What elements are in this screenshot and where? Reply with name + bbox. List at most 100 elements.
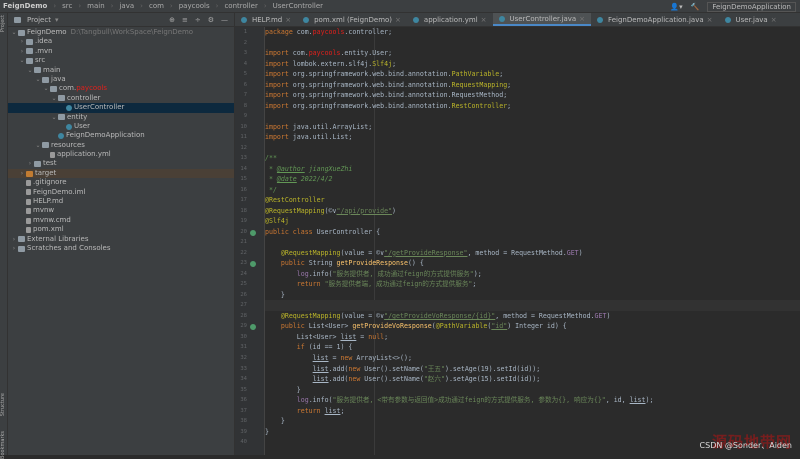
- tree-item[interactable]: application.yml: [8, 150, 234, 159]
- breadcrumb-separator: ›: [215, 2, 219, 10]
- close-tab-icon[interactable]: ×: [395, 16, 401, 24]
- tree-item[interactable]: UserController: [8, 103, 234, 113]
- tree-item[interactable]: ⌄ java: [8, 75, 234, 84]
- editor-tab[interactable]: UserController.java ×: [492, 13, 592, 26]
- project-tool-button[interactable]: Project: [0, 15, 6, 32]
- tree-item[interactable]: User: [8, 122, 234, 131]
- line-number: 5: [243, 71, 247, 78]
- code-token: .info(: [308, 269, 333, 278]
- editor-tab[interactable]: application.yml ×: [407, 13, 493, 26]
- tree-item[interactable]: FeignDemoApplication: [8, 131, 234, 140]
- editor-tab[interactable]: FeignDemoApplication.java ×: [591, 13, 718, 26]
- gear-icon[interactable]: ⚙: [208, 16, 214, 24]
- close-tab-icon[interactable]: ×: [707, 16, 713, 24]
- breadcrumb-item[interactable]: src: [62, 2, 72, 10]
- hide-icon[interactable]: —: [221, 16, 228, 24]
- folder-icon: [18, 236, 25, 243]
- editor-tab[interactable]: pom.xml (FeignDemo) ×: [297, 13, 407, 26]
- tree-item[interactable]: ⌄ main: [8, 66, 234, 75]
- chevron-down-icon[interactable]: ⌄: [34, 75, 42, 84]
- chevron-right-icon[interactable]: ›: [10, 244, 18, 253]
- build-hammer-icon[interactable]: 🔨: [691, 3, 700, 11]
- code-token: =: [356, 332, 369, 341]
- code-token: GET: [566, 248, 579, 257]
- breadcrumb-item[interactable]: com: [149, 2, 164, 10]
- tree-item[interactable]: ⌄ com. paycools: [8, 84, 234, 93]
- file-icon: [26, 217, 31, 224]
- tree-item[interactable]: ⌄ resources: [8, 141, 234, 150]
- code-token: return: [296, 406, 325, 415]
- code-token: (id == 1) {: [308, 343, 353, 352]
- file-type-icon: [241, 16, 247, 23]
- chevron-right-icon[interactable]: ›: [10, 235, 18, 244]
- chevron-down-icon[interactable]: ⌄: [50, 113, 58, 122]
- code-token: List<User>: [265, 332, 341, 341]
- chevron-right-icon[interactable]: ›: [26, 159, 34, 168]
- code-line: 25 return "服务提供者端, 成功通过feign的方式提供服务";: [240, 279, 800, 290]
- line-number: 30: [240, 333, 247, 340]
- tree-item[interactable]: › Scratches and Consoles: [8, 244, 234, 253]
- breadcrumb-item[interactable]: UserController: [273, 2, 323, 10]
- tree-item[interactable]: pom.xml: [8, 225, 234, 234]
- code-editor[interactable]: 1 package com.paycools.controller; 2 3 impor…: [240, 27, 800, 455]
- project-view-select[interactable]: Project: [27, 16, 51, 24]
- collapse-all-icon[interactable]: ÷: [195, 16, 201, 24]
- code-token: , method = RequestMethod.: [495, 311, 595, 320]
- code-token: );: [645, 396, 654, 405]
- close-tab-icon[interactable]: ×: [579, 15, 585, 23]
- tree-item[interactable]: ⌄ src: [8, 56, 234, 65]
- editor-tab[interactable]: HELP.md ×: [235, 13, 297, 26]
- tree-item-label: mvnw: [33, 206, 55, 215]
- expand-all-icon[interactable]: ≡: [182, 16, 188, 24]
- close-tab-icon[interactable]: ×: [481, 16, 487, 24]
- editor-tab[interactable]: User.java ×: [719, 13, 783, 26]
- class-icon: [58, 132, 64, 139]
- breadcrumb-item[interactable]: controller: [224, 2, 257, 10]
- code-token: , method = RequestMethod.: [467, 248, 567, 257]
- chevron-down-icon[interactable]: ⌄: [50, 94, 58, 103]
- breadcrumb-item[interactable]: paycools: [179, 2, 210, 10]
- code-token: GET: [594, 311, 607, 320]
- tree-item[interactable]: mvnw: [8, 206, 234, 215]
- tree-item[interactable]: mvnw.cmd: [8, 216, 234, 225]
- tree-item[interactable]: HELP.md: [8, 197, 234, 206]
- chevron-down-icon[interactable]: ⌄: [34, 141, 42, 150]
- breadcrumb-separator: ›: [78, 2, 82, 10]
- breadcrumb-item[interactable]: FeignDemo: [3, 2, 47, 10]
- line-number: 1: [243, 29, 247, 35]
- chevron-right-icon[interactable]: ›: [18, 47, 26, 56]
- chevron-down-icon[interactable]: ⌄: [42, 84, 50, 93]
- structure-tool-button[interactable]: Structure: [0, 393, 6, 416]
- breadcrumb-item[interactable]: main: [87, 2, 105, 10]
- tree-item[interactable]: › .mvn: [8, 47, 234, 56]
- chevron-down-icon[interactable]: ⌄: [10, 28, 18, 37]
- chevron-down-icon[interactable]: ⌄: [26, 66, 34, 75]
- tree-item[interactable]: › External Libraries: [8, 235, 234, 244]
- chevron-right-icon[interactable]: ›: [18, 169, 26, 178]
- close-tab-icon[interactable]: ×: [771, 16, 777, 24]
- line-number: 14: [240, 165, 247, 172]
- tree-item[interactable]: › .idea: [8, 37, 234, 46]
- chevron-down-icon[interactable]: ⌄: [18, 56, 26, 65]
- run-configuration-select[interactable]: FeignDemoApplication: [707, 1, 796, 12]
- tree-item[interactable]: › target: [8, 168, 234, 179]
- chevron-right-icon[interactable]: ›: [18, 37, 26, 46]
- tree-item[interactable]: ⌄ FeignDemo D:\Tangbull\WorkSpace\FeignDem…: [8, 28, 234, 37]
- tree-item[interactable]: FeignDemo.iml: [8, 188, 234, 197]
- tree-item[interactable]: › test: [8, 159, 234, 168]
- tree-item[interactable]: ⌄ controller: [8, 94, 234, 103]
- tree-item[interactable]: .gitignore: [8, 178, 234, 187]
- code-token: *: [265, 164, 277, 173]
- breadcrumb-item[interactable]: java: [119, 2, 134, 10]
- close-tab-icon[interactable]: ×: [285, 16, 291, 24]
- code-token: User().setName(: [364, 364, 424, 373]
- tree-item[interactable]: ⌄ entity: [8, 113, 234, 122]
- locate-icon[interactable]: ⊕: [169, 16, 175, 24]
- spring-bean-gutter-icon[interactable]: [250, 229, 256, 236]
- line-number: 34: [240, 376, 247, 383]
- code-token: RequestMapping: [451, 80, 508, 89]
- code-line: 32 list = new ArrayList<>();: [240, 353, 800, 364]
- user-icon[interactable]: 👤▾: [670, 3, 682, 11]
- code-token: );: [473, 269, 482, 278]
